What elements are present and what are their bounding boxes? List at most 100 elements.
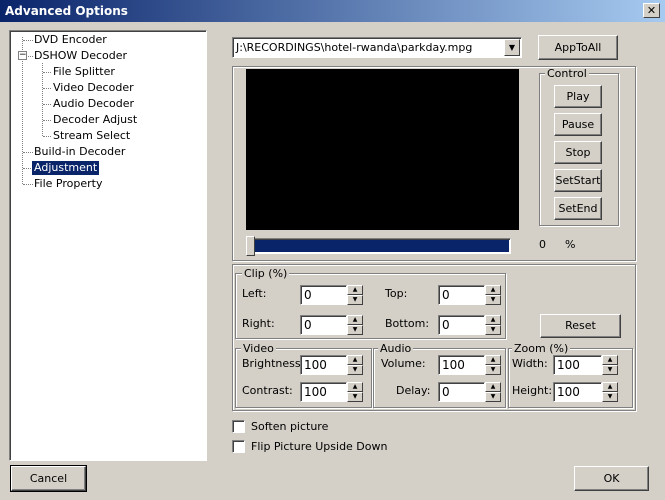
spin-down-icon[interactable]: ▼ [485, 365, 501, 375]
volume-input[interactable]: 100 [438, 355, 485, 375]
contrast-spinner[interactable]: ▲ ▼ [347, 382, 363, 402]
spin-down-icon[interactable]: ▼ [602, 392, 618, 402]
tree-line [42, 63, 43, 136]
clip-right-input[interactable]: 0 [300, 315, 347, 335]
play-button[interactable]: Play [554, 85, 602, 108]
volume-label: Volume: [381, 357, 426, 370]
contrast-label: Contrast: [242, 384, 293, 397]
spin-down-icon[interactable]: ▼ [347, 392, 363, 402]
tree-line [43, 72, 51, 73]
apply-to-all-label: AppToAll [554, 41, 602, 54]
clip-top-input[interactable]: 0 [438, 285, 485, 305]
brightness-input[interactable]: 100 [300, 355, 347, 375]
spin-up-icon[interactable]: ▲ [602, 382, 618, 392]
spin-up-icon[interactable]: ▲ [347, 315, 363, 325]
clip-top-label: Top: [385, 287, 408, 300]
tree-line [43, 136, 51, 137]
tree-item-audio-decoder[interactable]: Audio Decoder [51, 97, 136, 111]
close-icon[interactable]: ✕ [643, 3, 660, 18]
tree-line [43, 104, 51, 105]
spin-down-icon[interactable]: ▼ [485, 325, 501, 335]
spin-up-icon[interactable]: ▲ [347, 382, 363, 392]
spin-up-icon[interactable]: ▲ [347, 355, 363, 365]
reset-button[interactable]: Reset [540, 314, 621, 338]
soften-picture-checkbox[interactable] [232, 420, 245, 433]
spin-down-icon[interactable]: ▼ [485, 392, 501, 402]
zoom-height-label: Height: [512, 384, 553, 397]
play-label: Play [566, 90, 590, 103]
tree-item-stream-select[interactable]: Stream Select [51, 129, 132, 143]
zoom-height-spinner[interactable]: ▲ ▼ [602, 382, 618, 402]
clip-right-label: Right: [242, 317, 275, 330]
clip-top-spinner[interactable]: ▲ ▼ [485, 285, 501, 305]
file-path-value: J:\RECORDINGS\hotel-rwanda\parkday.mpg [236, 41, 473, 54]
tree-item-video-decoder[interactable]: Video Decoder [51, 81, 136, 95]
tree-item-dshow-decoder[interactable]: DSHOW Decoder [32, 49, 129, 63]
ok-button[interactable]: OK [574, 466, 649, 491]
spin-up-icon[interactable]: ▲ [347, 285, 363, 295]
flip-picture-label[interactable]: Flip Picture Upside Down [251, 440, 387, 453]
seek-track[interactable] [249, 238, 511, 254]
tree-line [43, 88, 51, 89]
cancel-label: Cancel [29, 472, 68, 485]
spin-down-icon[interactable]: ▼ [485, 295, 501, 305]
apply-to-all-button[interactable]: AppToAll [538, 35, 618, 60]
tree-line [43, 120, 51, 121]
spin-up-icon[interactable]: ▲ [602, 355, 618, 365]
delay-spinner[interactable]: ▲ ▼ [485, 382, 501, 402]
soften-picture-label[interactable]: Soften picture [251, 420, 328, 433]
clip-right-spinner[interactable]: ▲ ▼ [347, 315, 363, 335]
cancel-button[interactable]: Cancel [10, 465, 87, 492]
tree-item-file-splitter[interactable]: File Splitter [51, 65, 117, 79]
tree-item-dvd-encoder[interactable]: DVD Encoder [32, 33, 109, 47]
tree-item-build-in-decoder[interactable]: Build-in Decoder [32, 145, 127, 159]
zoom-legend: Zoom (%) [512, 342, 571, 355]
video-legend: Video [241, 342, 276, 355]
audio-legend: Audio [378, 342, 414, 355]
volume-spinner[interactable]: ▲ ▼ [485, 355, 501, 375]
clip-left-spinner[interactable]: ▲ ▼ [347, 285, 363, 305]
seek-fill [251, 240, 509, 252]
title-bar: Advanced Options ✕ [0, 0, 665, 22]
pause-label: Pause [561, 118, 595, 131]
progress-value: 0 [539, 238, 546, 251]
spin-down-icon[interactable]: ▼ [347, 325, 363, 335]
file-path-combo[interactable]: J:\RECORDINGS\hotel-rwanda\parkday.mpg ▼ [232, 37, 522, 58]
ok-label: OK [603, 472, 620, 485]
contrast-input[interactable]: 100 [300, 382, 347, 402]
clip-bottom-spinner[interactable]: ▲ ▼ [485, 315, 501, 335]
spin-down-icon[interactable]: ▼ [347, 365, 363, 375]
zoom-width-spinner[interactable]: ▲ ▼ [602, 355, 618, 375]
set-start-button[interactable]: SetStart [554, 169, 602, 192]
clip-left-label: Left: [242, 287, 267, 300]
spin-up-icon[interactable]: ▲ [485, 285, 501, 295]
spin-up-icon[interactable]: ▲ [485, 382, 501, 392]
zoom-height-input[interactable]: 100 [553, 382, 602, 402]
collapse-icon[interactable]: − [18, 51, 27, 60]
clip-bottom-input[interactable]: 0 [438, 315, 485, 335]
zoom-width-input[interactable]: 100 [553, 355, 602, 375]
tree-item-decoder-adjust[interactable]: Decoder Adjust [51, 113, 139, 127]
seek-slider-handle[interactable] [246, 236, 255, 256]
brightness-spinner[interactable]: ▲ ▼ [347, 355, 363, 375]
delay-input[interactable]: 0 [438, 382, 485, 402]
tree-item-adjustment[interactable]: Adjustment [32, 161, 100, 175]
set-end-label: SetEnd [558, 202, 598, 215]
tree-item-file-property[interactable]: File Property [32, 177, 104, 191]
flip-picture-checkbox[interactable] [232, 440, 245, 453]
delay-label: Delay: [396, 384, 431, 397]
spin-down-icon[interactable]: ▼ [347, 295, 363, 305]
set-end-button[interactable]: SetEnd [554, 197, 602, 220]
window-title: Advanced Options [5, 4, 128, 18]
spin-up-icon[interactable]: ▲ [485, 315, 501, 325]
spin-down-icon[interactable]: ▼ [602, 365, 618, 375]
control-legend: Control [545, 67, 589, 80]
set-start-label: SetStart [555, 174, 601, 187]
chevron-down-icon[interactable]: ▼ [504, 39, 520, 56]
spin-up-icon[interactable]: ▲ [485, 355, 501, 365]
brightness-label: Brightness: [242, 357, 305, 370]
options-tree[interactable]: − DVD Encoder DSHOW Decoder File Splitte… [9, 30, 207, 461]
clip-left-input[interactable]: 0 [300, 285, 347, 305]
pause-button[interactable]: Pause [554, 113, 602, 136]
stop-button[interactable]: Stop [554, 141, 602, 164]
